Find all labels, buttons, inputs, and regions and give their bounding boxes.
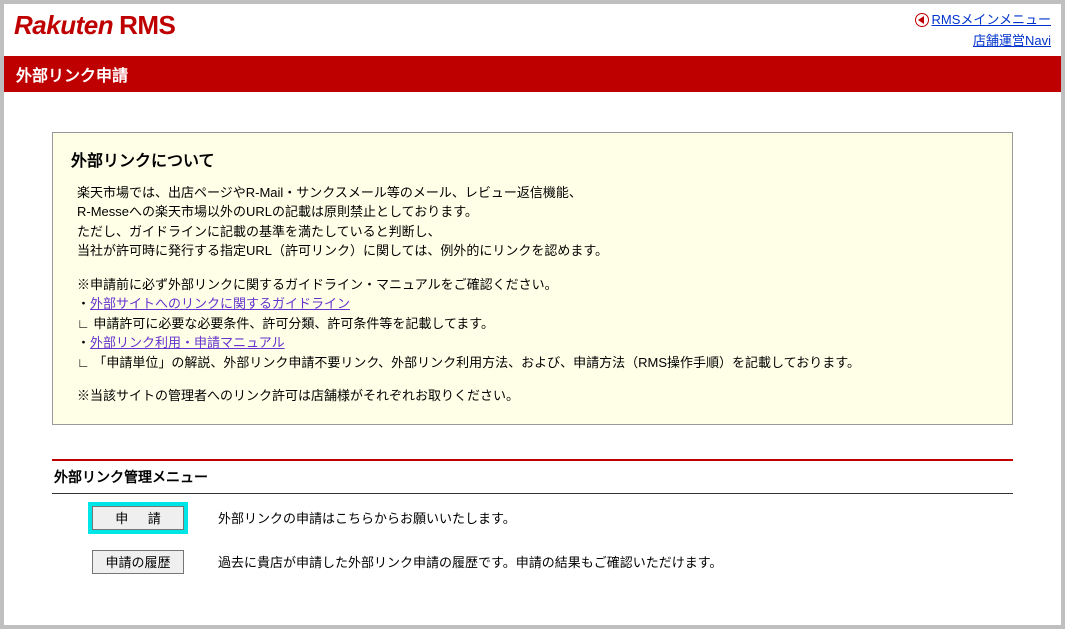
info-box: 外部リンクについて 楽天市場では、出店ページやR-Mail・サンクスメール等のメ… (52, 132, 1013, 425)
menu-row-history: 申請の履歴 過去に貴店が申請した外部リンク申請の履歴です。申請の結果もご確認いた… (52, 542, 1013, 586)
info-text: R-Messeへの楽天市場以外のURLの記載は原則禁止としております。 (77, 202, 994, 222)
apply-button[interactable]: 申 請 (92, 506, 184, 530)
logo-suffix: RMS (119, 10, 175, 40)
content: 外部リンクについて 楽天市場では、出店ページやR-Mail・サンクスメール等のメ… (4, 92, 1061, 606)
info-text: ※当該サイトの管理者へのリンク許可は店舗様がそれぞれお取りください。 (77, 386, 994, 406)
top-bar: RakutenRMS RMSメインメニュー 店舗運営Navi (4, 4, 1061, 56)
app-window: RakutenRMS RMSメインメニュー 店舗運営Navi 外部リンク申請 外… (4, 4, 1061, 625)
info-link-row: ・外部サイトへのリンクに関するガイドライン (77, 294, 994, 314)
logo-main: Rakuten (14, 10, 113, 40)
main-menu-link[interactable]: RMSメインメニュー (932, 10, 1052, 31)
top-links: RMSメインメニュー 店舗運営Navi (915, 10, 1052, 52)
menu-row-apply: 申 請 外部リンクの申請はこちらからお願いいたします。 (52, 494, 1013, 542)
info-text: ∟ 「申請単位」の解説、外部リンク申請不要リンク、外部リンク利用方法、および、申… (77, 353, 994, 373)
info-text: ※申請前に必ず外部リンクに関するガイドライン・マニュアルをご確認ください。 (77, 275, 994, 295)
info-text: ただし、ガイドラインに記載の基準を満たしていると判断し、 (77, 222, 994, 242)
page-title: 外部リンク申請 (16, 68, 128, 85)
menu-desc: 外部リンクの申請はこちらからお願いいたします。 (218, 508, 516, 527)
info-text: ∟ 申請許可に必要な必要条件、許可分類、許可条件等を記載してます。 (77, 314, 994, 334)
page-title-bar: 外部リンク申請 (4, 56, 1061, 92)
manual-link[interactable]: 外部リンク利用・申請マニュアル (90, 335, 285, 350)
logo: RakutenRMS (14, 10, 175, 41)
back-arrow-icon (915, 13, 929, 27)
menu-header: 外部リンク管理メニュー (52, 459, 1013, 494)
history-button[interactable]: 申請の履歴 (92, 550, 184, 574)
guideline-link[interactable]: 外部サイトへのリンクに関するガイドライン (90, 296, 350, 311)
navi-link[interactable]: 店舗運営Navi (973, 33, 1051, 48)
main-menu-link-wrap[interactable]: RMSメインメニュー (915, 10, 1052, 31)
menu-section: 外部リンク管理メニュー 申 請 外部リンクの申請はこちらからお願いいたします。 … (52, 459, 1013, 586)
info-text: 楽天市場では、出店ページやR-Mail・サンクスメール等のメール、レビュー返信機… (77, 183, 994, 203)
info-title: 外部リンクについて (71, 147, 994, 171)
info-text: 当社が許可時に発行する指定URL（許可リンク）に関しては、例外的にリンクを認めま… (77, 241, 994, 261)
menu-desc: 過去に貴店が申請した外部リンク申請の履歴です。申請の結果もご確認いただけます。 (218, 552, 722, 571)
info-link-row: ・外部リンク利用・申請マニュアル (77, 333, 994, 353)
info-body: 楽天市場では、出店ページやR-Mail・サンクスメール等のメール、レビュー返信機… (71, 183, 994, 406)
